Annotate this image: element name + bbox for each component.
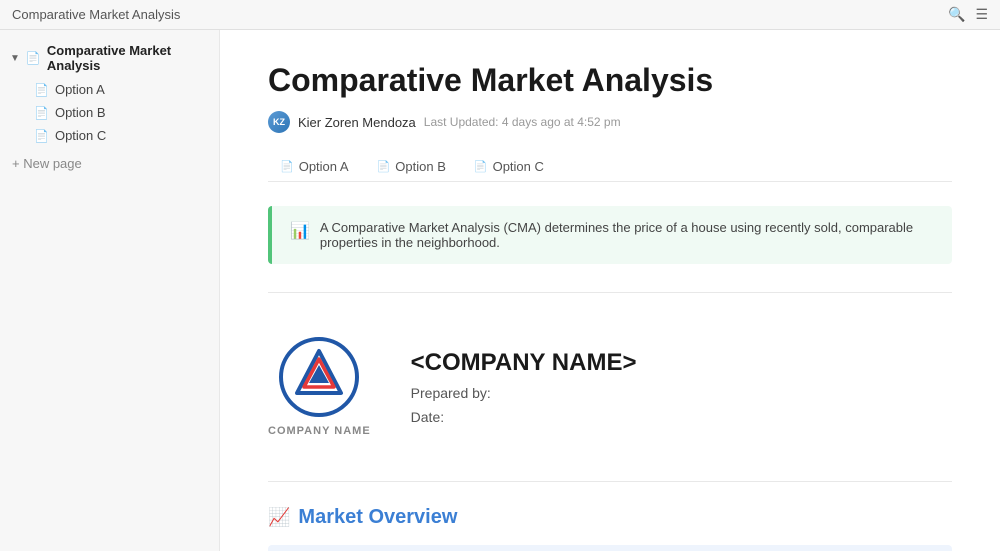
divider-2 <box>268 481 952 482</box>
last-updated: Last Updated: 4 days ago at 4:52 pm <box>424 115 621 129</box>
menu-icon[interactable]: ☰ <box>975 6 988 23</box>
tab-option-a[interactable]: 📄 Option A <box>268 153 361 182</box>
company-name-label: COMPANY NAME <box>268 425 371 437</box>
page-icon: 📄 <box>34 129 49 143</box>
new-page-button[interactable]: + New page <box>0 151 219 176</box>
title-bar: Comparative Market Analysis 🔍 ☰ <box>0 0 1000 30</box>
tab-label: Option C <box>493 159 544 174</box>
search-icon[interactable]: 🔍 <box>948 6 965 23</box>
sidebar-root-label: Comparative Market Analysis <box>47 43 209 73</box>
divider <box>268 292 952 293</box>
new-page-label: + New page <box>12 156 82 171</box>
company-logo-area: COMPANY NAME <box>268 337 371 437</box>
sub-tabs: 📄 Option A 📄 Option B 📄 Option C <box>268 153 952 182</box>
market-overview-heading: 📈 Market Overview <box>268 506 952 529</box>
tab-label: Option A <box>299 159 349 174</box>
company-block: COMPANY NAME <COMPANY NAME> Prepared by:… <box>268 317 952 457</box>
tab-option-b[interactable]: 📄 Option B <box>365 153 458 182</box>
sidebar: ▼ 📄 Comparative Market Analysis 📄 Option… <box>0 30 220 551</box>
tab-icon: 📄 <box>280 160 294 173</box>
avatar: KZ <box>268 111 290 133</box>
tab-option-c[interactable]: 📄 Option C <box>462 153 556 182</box>
sidebar-item-option-c[interactable]: 📄 Option C <box>24 124 219 147</box>
author-name: Kier Zoren Mendoza <box>298 115 416 130</box>
page-icon: 📄 <box>34 106 49 120</box>
chart-icon: 📈 <box>268 507 290 528</box>
sidebar-item-label: Option B <box>55 105 106 120</box>
tab-icon: 📄 <box>474 160 488 173</box>
sidebar-item-label: Option C <box>55 128 106 143</box>
sidebar-root-item[interactable]: ▼ 📄 Comparative Market Analysis <box>0 38 219 78</box>
sidebar-item-option-b[interactable]: 📄 Option B <box>24 101 219 124</box>
tab-label: Option B <box>395 159 446 174</box>
main-content: Comparative Market Analysis KZ Kier Zore… <box>220 30 1000 551</box>
company-title: <COMPANY NAME> <box>411 349 637 377</box>
info-text: A Comparative Market Analysis (CMA) dete… <box>320 220 934 250</box>
page-title: Comparative Market Analysis <box>268 62 952 99</box>
page-icon: 📄 <box>26 51 41 65</box>
author-row: KZ Kier Zoren Mendoza Last Updated: 4 da… <box>268 111 952 133</box>
app-body: ▼ 📄 Comparative Market Analysis 📄 Option… <box>0 30 1000 551</box>
hint-box: 💡 Define in this section the market situ… <box>268 545 952 551</box>
section-title: Market Overview <box>298 506 457 529</box>
sidebar-item-option-a[interactable]: 📄 Option A <box>24 78 219 101</box>
info-icon: 📊 <box>290 221 310 241</box>
date-field: Date: <box>411 409 637 425</box>
sidebar-item-label: Option A <box>55 82 105 97</box>
prepared-by: Prepared by: <box>411 385 637 401</box>
company-logo <box>279 337 359 417</box>
title-bar-text: Comparative Market Analysis <box>12 7 180 22</box>
chevron-down-icon: ▼ <box>10 53 20 64</box>
sidebar-children: 📄 Option A 📄 Option B 📄 Option C <box>0 78 219 147</box>
title-bar-actions: 🔍 ☰ <box>948 6 988 23</box>
page-icon: 📄 <box>34 83 49 97</box>
info-box: 📊 A Comparative Market Analysis (CMA) de… <box>268 206 952 264</box>
tab-icon: 📄 <box>377 160 391 173</box>
company-info: <COMPANY NAME> Prepared by: Date: <box>411 349 637 425</box>
